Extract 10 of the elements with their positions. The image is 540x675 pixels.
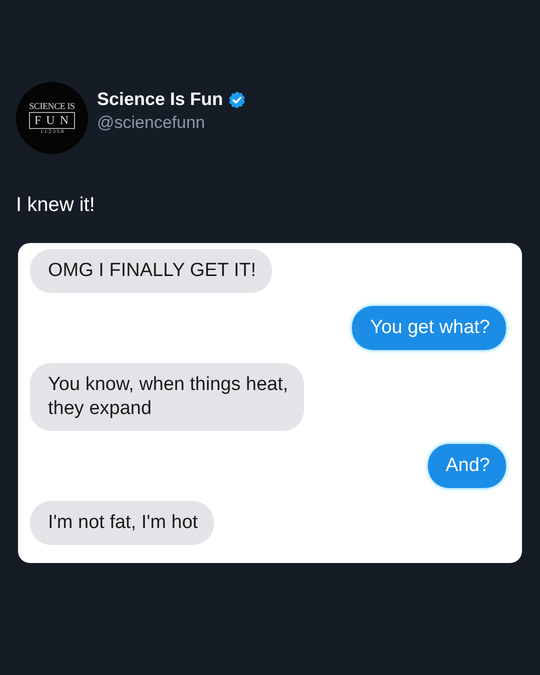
author-name[interactable]: Science Is Fun (97, 89, 224, 110)
message-bubble: OMG I FINALLY GET IT! (30, 249, 272, 293)
logo-text: SCIENCE IS (29, 101, 75, 111)
message-bubble: And? (428, 444, 506, 488)
author-handle[interactable]: @sciencefunn (97, 113, 246, 133)
message-bubble: You get what? (352, 306, 506, 350)
message-bubble: I'm not fat, I'm hot (30, 501, 214, 545)
logo-text: FUN (29, 112, 74, 129)
message-bubble: You know, when things heat, they expand (30, 363, 304, 431)
post-text: I knew it! (16, 194, 96, 217)
